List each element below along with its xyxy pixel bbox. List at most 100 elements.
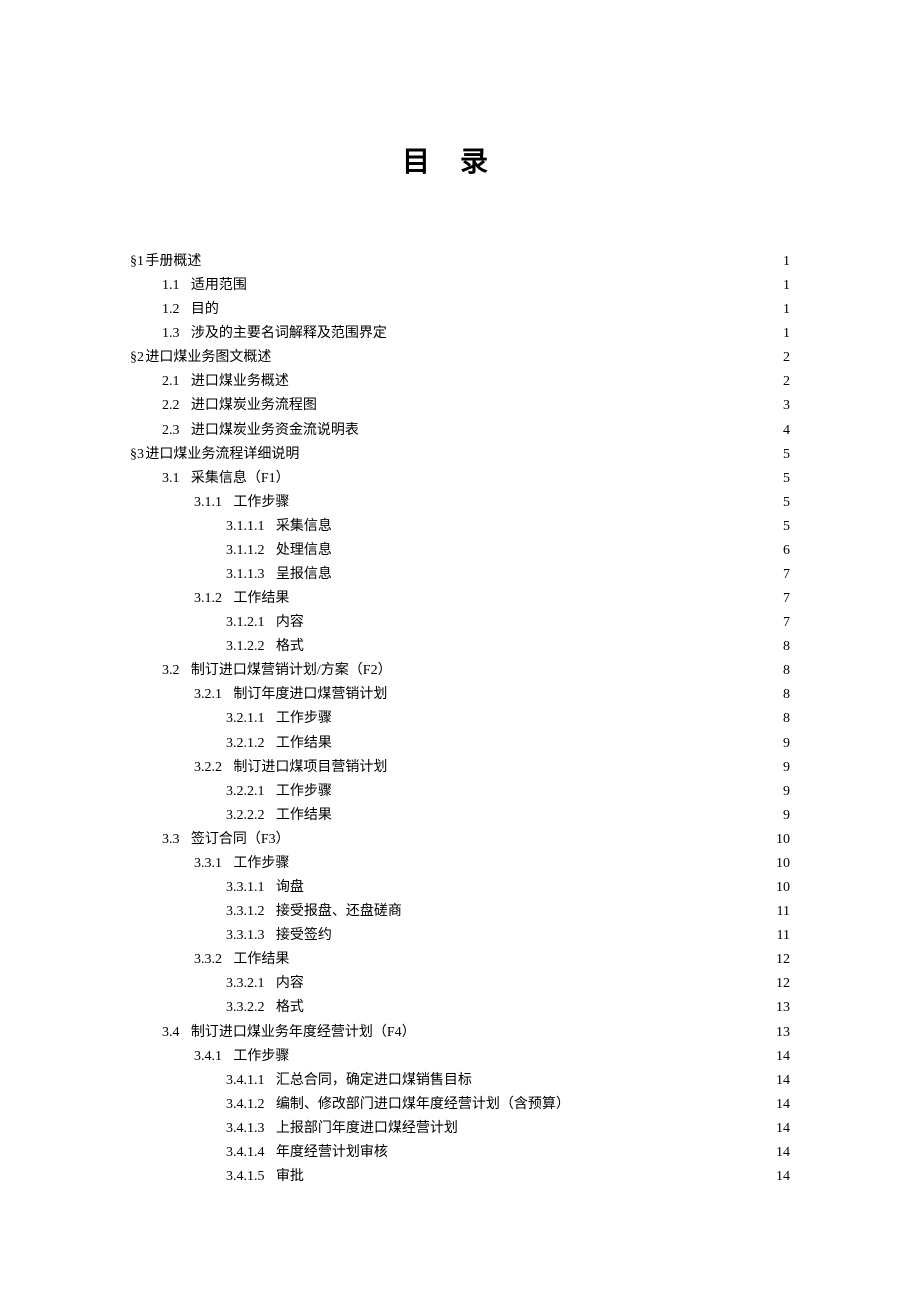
toc-entry-number: 3.4.1.2 [226,1093,265,1117]
toc-entry-page: 1 [781,322,790,346]
toc-entry-page: 7 [781,587,790,611]
toc-entry-page: 14 [774,1093,790,1117]
toc-entry-page: 14 [774,1069,790,1093]
toc-entry: 3.3.1.1询盘10 [130,876,790,900]
toc-entry-number: 3.4 [162,1021,180,1045]
toc-entry-number: 3.4.1.3 [226,1117,265,1141]
toc-entry-text: 内容 [276,972,304,996]
toc-entry-text: 签订合同（F3） [191,828,290,852]
toc-entry-text: 上报部门年度进口煤经营计划 [276,1117,458,1141]
toc-entry-text: 工作步骤 [233,852,289,876]
toc-entry-page: 14 [774,1165,790,1189]
toc-entry-number: 3.3.1.3 [226,924,265,948]
toc-entry: 3.2.2.1工作步骤9 [130,780,790,804]
toc-entry-number: 2.3 [162,419,180,443]
toc-entry: 3.2.1.2 工作结果 9 [130,732,790,756]
document-page: 目录 §1 手册概述11.1适用范围11.2目的11.3涉及的主要名词解释及范围… [0,0,920,1289]
toc-entry-text: 手册概述 [145,250,201,274]
toc-entry-page: 13 [774,996,790,1020]
toc-entry: §3 进口煤业务流程详细说明5 [130,443,790,467]
toc-entry-number: 3.1 [162,467,180,491]
toc-entry-text: 涉及的主要名词解释及范围界定 [191,322,387,346]
toc-entry-page: 5 [781,467,790,491]
toc-entry-number: 3.1.1.2 [226,539,265,563]
toc-entry: 3.1 采集信息（F1） 5 [130,467,790,491]
toc-entry-number: 3.2.2 [194,756,222,780]
toc-entry-text: 制订进口煤业务年度经营计划（F4） [191,1021,416,1045]
toc-entry-number: 3.4.1 [194,1045,222,1069]
toc-entry-page: 6 [781,539,790,563]
toc-entry-number: 1.2 [162,298,180,322]
toc-entry: 3.2.2.2工作结果9 [130,804,790,828]
toc-entry: 3.1.2.2格式8 [130,635,790,659]
toc-entry-page: 1 [781,250,790,274]
toc-entry-text: 格式 [276,635,304,659]
toc-entry-number: 3.2.2.2 [226,804,265,828]
toc-entry-text: 工作步骤 [233,491,289,515]
toc-entry: 3.2.1制订年度进口煤营销计划8 [130,683,790,707]
toc-entry-number: 3.1.1.3 [226,563,265,587]
toc-entry-text: 进口煤炭业务流程图 [191,394,317,418]
toc-entry: 3.1.1工作步骤5 [130,491,790,515]
toc-entry-text: 格式 [276,996,304,1020]
toc-entry: 3.3.1.2接受报盘、还盘磋商11 [130,900,790,924]
toc-entry: 2.3进口煤炭业务资金流说明表4 [130,419,790,443]
toc-entry-page: 14 [774,1141,790,1165]
toc-entry-number: 3.2.1.2 [226,732,265,756]
toc-entry: 3.1.1.2 处理信息 6 [130,539,790,563]
toc-entry: 3.4.1.1汇总合同，确定进口煤销售目标14 [130,1069,790,1093]
toc-entry-page: 13 [774,1021,790,1045]
toc-entry-text: 呈报信息 [276,563,332,587]
toc-entry: 2.2进口煤炭业务流程图3 [130,394,790,418]
toc-entry-number: 3.3 [162,828,180,852]
toc-entry: 3.1.1.3呈报信息7 [130,563,790,587]
toc-entry-number: 1.3 [162,322,180,346]
toc-entry-text: 处理信息 [276,539,332,563]
toc-entry-page: 10 [774,828,790,852]
toc-entry-page: 8 [781,659,790,683]
toc-entry-number: 2.1 [162,370,180,394]
toc-entry: §2 进口煤业务图文概述2 [130,346,790,370]
toc-entry-number: 3.4.1.5 [226,1165,265,1189]
table-of-contents: §1 手册概述11.1适用范围11.2目的11.3涉及的主要名词解释及范围界定1… [130,250,790,1189]
toc-entry-page: 5 [781,443,790,467]
toc-entry-page: 11 [775,924,790,948]
toc-entry-text: 适用范围 [191,274,247,298]
toc-entry-text: 内容 [276,611,304,635]
toc-entry-page: 12 [774,948,790,972]
toc-entry-text: 工作结果 [233,948,289,972]
toc-entry: §1 手册概述1 [130,250,790,274]
toc-entry-page: 10 [774,852,790,876]
toc-entry-number: 1.1 [162,274,180,298]
toc-entry-text: 年度经营计划审核 [276,1141,388,1165]
toc-entry-text: 工作步骤 [233,1045,289,1069]
toc-entry: 3.4.1.4年度经营计划审核14 [130,1141,790,1165]
toc-entry-text: 制订年度进口煤营销计划 [233,683,387,707]
toc-entry-text: 采集信息（F1） [191,467,290,491]
toc-entry: 3.2制订进口煤营销计划/方案（F2）8 [130,659,790,683]
toc-entry-page: 4 [781,419,790,443]
toc-entry-number: 3.2 [162,659,180,683]
toc-entry-page: 12 [774,972,790,996]
toc-entry-number: 3.3.2.2 [226,996,265,1020]
toc-entry-text: 工作结果 [276,732,332,756]
toc-entry-page: 5 [781,491,790,515]
toc-entry: 3.1.2工作结果7 [130,587,790,611]
toc-entry-page: 2 [781,346,790,370]
toc-entry-number: §2 [130,346,144,370]
toc-entry: 3.4 制订进口煤业务年度经营计划（F4） 13 [130,1021,790,1045]
toc-entry-text: 工作步骤 [276,780,332,804]
toc-entry-text: 审批 [276,1165,304,1189]
toc-entry: 3.3.1工作步骤10 [130,852,790,876]
toc-entry-number: 3.2.2.1 [226,780,265,804]
toc-entry-page: 1 [781,274,790,298]
toc-entry-page: 5 [781,515,790,539]
toc-entry-page: 10 [774,876,790,900]
toc-entry-number: 3.2.1.1 [226,707,265,731]
toc-entry-page: 9 [781,732,790,756]
toc-entry-number: 2.2 [162,394,180,418]
toc-entry: 1.2目的1 [130,298,790,322]
toc-entry-number: 3.1.2.1 [226,611,265,635]
toc-entry-number: 3.3.2 [194,948,222,972]
toc-entry-page: 8 [781,683,790,707]
